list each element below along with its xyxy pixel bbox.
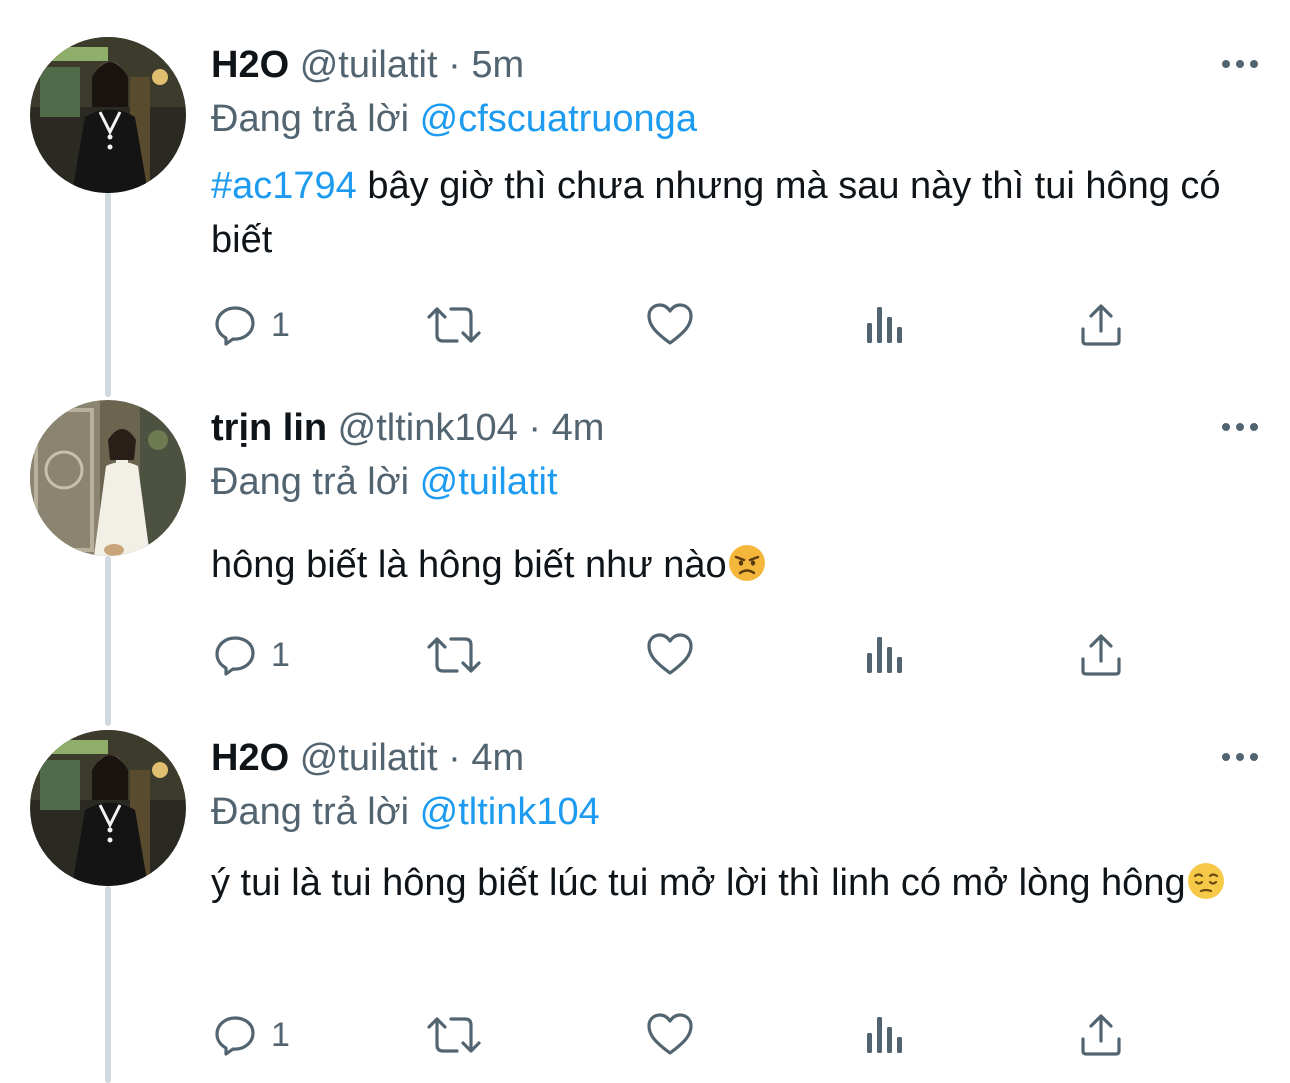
share-icon	[1081, 634, 1121, 676]
user-handle[interactable]: @tuilatit	[300, 44, 438, 86]
reply-button[interactable]: 1	[211, 300, 290, 350]
timestamp[interactable]: 4m	[552, 407, 605, 449]
views-icon	[867, 637, 902, 673]
reply-icon	[215, 306, 255, 346]
display-name[interactable]: trịn lin	[211, 407, 327, 449]
user-photo-white-dress	[30, 400, 186, 556]
like-button[interactable]	[645, 630, 695, 680]
hashtag-link[interactable]: #ac1794	[211, 165, 357, 207]
share-icon	[1081, 1014, 1121, 1056]
reply-count: 1	[271, 636, 290, 674]
tweet[interactable]: H2O @tuilatit · 4m Đang trả lời @tltink1…	[0, 710, 1290, 1083]
retweet-button[interactable]	[425, 1010, 483, 1060]
reply-thread: H2O @tuilatit · 5m Đang trả lời @cfscuat…	[0, 0, 1290, 1083]
display-name[interactable]: H2O	[211, 44, 289, 86]
replying-to-mention[interactable]: @cfscuatruonga	[420, 98, 697, 140]
tweet-text: hông biết là hông biết như nào	[211, 538, 1256, 592]
replying-to-mention[interactable]: @tltink104	[420, 791, 600, 833]
tweet-header: trịn lin @tltink104 · 4m	[211, 401, 604, 455]
tweet[interactable]: H2O @tuilatit · 5m Đang trả lời @cfscuat…	[0, 0, 1290, 380]
views-icon	[867, 1017, 902, 1053]
share-button[interactable]	[1079, 300, 1123, 350]
more-icon[interactable]	[1220, 54, 1260, 74]
like-button[interactable]	[645, 300, 695, 350]
tweet-actions: 1	[211, 1010, 1171, 1060]
more-icon[interactable]	[1220, 417, 1260, 437]
user-handle[interactable]: @tltink104	[338, 407, 518, 449]
separator: ·	[528, 407, 542, 449]
replying-to: Đang trả lời @tuilatit	[211, 455, 558, 509]
tweet-text: #ac1794 bây giờ thì chưa nhưng mà sau nà…	[211, 159, 1256, 267]
tweet-header: H2O @tuilatit · 5m	[211, 38, 524, 92]
like-button[interactable]	[645, 1010, 695, 1060]
reply-icon	[215, 1016, 255, 1056]
retweet-icon	[427, 1017, 481, 1053]
pensive-face-emoji	[1187, 863, 1224, 899]
share-button[interactable]	[1079, 1010, 1123, 1060]
avatar[interactable]	[30, 730, 186, 886]
user-handle[interactable]: @tuilatit	[300, 737, 438, 779]
avatar[interactable]	[30, 37, 186, 193]
replying-to: Đang trả lời @cfscuatruonga	[211, 92, 697, 146]
views-button[interactable]	[863, 1010, 907, 1060]
tweet-body: hông biết là hông biết như nào	[211, 544, 727, 586]
views-icon	[867, 307, 902, 343]
reply-button[interactable]: 1	[211, 630, 290, 680]
views-button[interactable]	[863, 300, 907, 350]
tweet[interactable]: trịn lin @tltink104 · 4m Đang trả lời @t…	[0, 380, 1290, 710]
separator: ·	[448, 44, 461, 86]
replying-to-prefix: Đang trả lời	[211, 461, 410, 503]
user-photo-black-dress	[30, 37, 186, 193]
replying-to-prefix: Đang trả lời	[211, 98, 410, 140]
views-button[interactable]	[863, 630, 907, 680]
tweet-actions: 1	[211, 300, 1171, 350]
reply-icon	[215, 636, 255, 676]
reply-count: 1	[271, 306, 290, 344]
tweet-text: ý tui là tui hông biết lúc tui mở lời th…	[211, 852, 1256, 914]
replying-to-prefix: Đang trả lời	[211, 791, 410, 833]
heart-icon	[647, 633, 693, 675]
angry-face-emoji	[728, 545, 765, 581]
tweet-body: bây giờ thì chưa nhưng mà sau này thì tu…	[211, 165, 1221, 261]
retweet-icon	[427, 307, 481, 343]
heart-icon	[647, 1013, 693, 1055]
replying-to: Đang trả lời @tltink104	[211, 785, 600, 839]
more-icon[interactable]	[1220, 747, 1260, 767]
share-icon	[1081, 304, 1121, 346]
display-name[interactable]: H2O	[211, 737, 289, 779]
avatar[interactable]	[30, 400, 186, 556]
reply-button[interactable]: 1	[211, 1010, 290, 1060]
retweet-icon	[427, 637, 481, 673]
retweet-button[interactable]	[425, 300, 483, 350]
share-button[interactable]	[1079, 630, 1123, 680]
tweet-actions: 1	[211, 630, 1171, 680]
reply-count: 1	[271, 1016, 290, 1054]
replying-to-mention[interactable]: @tuilatit	[420, 461, 558, 503]
timestamp[interactable]: 5m	[471, 44, 524, 86]
user-photo-black-dress	[30, 730, 186, 886]
timestamp[interactable]: 4m	[471, 737, 524, 779]
heart-icon	[647, 303, 693, 345]
separator: ·	[448, 737, 461, 779]
tweet-header: H2O @tuilatit · 4m	[211, 731, 524, 785]
tweet-body: ý tui là tui hông biết lúc tui mở lời th…	[211, 862, 1186, 904]
retweet-button[interactable]	[425, 630, 483, 680]
